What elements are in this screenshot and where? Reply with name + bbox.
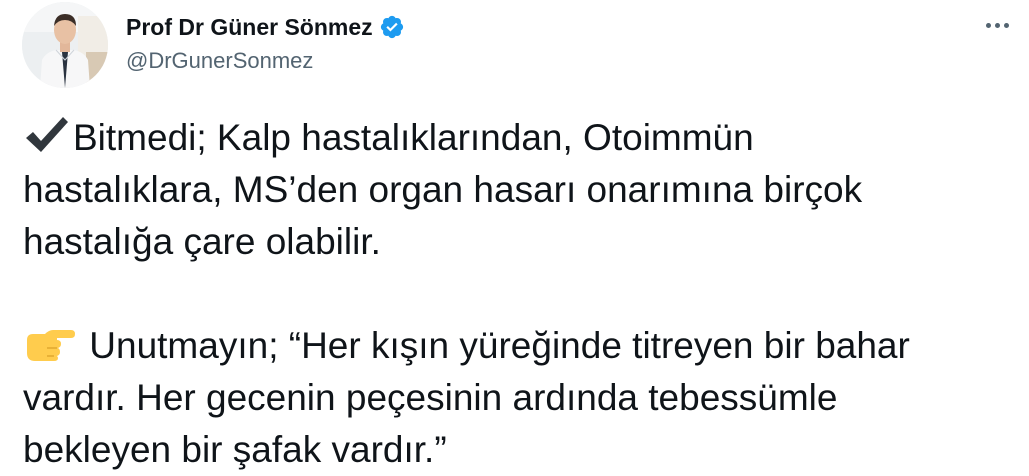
tweet-text-line: vardır. Her gecenin peçesinin ardında te…: [23, 377, 838, 418]
more-dot: [994, 22, 1000, 28]
tweet: Prof Dr Güner Sönmez @DrGunerSonmez Bitm…: [0, 0, 1029, 470]
display-name[interactable]: Prof Dr Güner Sönmez: [126, 14, 373, 41]
check-mark-icon: [26, 117, 68, 152]
tweet-text: Bitmedi; Kalp hastalıklarından, Otoimmün…: [23, 112, 1018, 476]
tweet-line: Unutmayın; “Her kışın yüreğinde titreyen…: [23, 320, 1018, 372]
tweet-text-line: bekleyen bir şafak vardır.”: [23, 429, 447, 470]
verified-badge-icon: [380, 15, 403, 39]
more-dot: [1003, 22, 1009, 28]
author-name-row: Prof Dr Güner Sönmez: [126, 12, 405, 42]
profile-photo-icon: [22, 2, 108, 88]
avatar[interactable]: [22, 2, 108, 88]
tweet-text-line: Bitmedi; Kalp hastalıklarından, Otoimmün: [73, 117, 754, 158]
pointing-right-hand-icon: [27, 330, 75, 361]
more-horizontal-icon: [985, 22, 991, 28]
more-options-button[interactable]: [979, 14, 1015, 36]
user-handle[interactable]: @DrGunerSonmez: [126, 48, 313, 74]
tweet-text-line: hastalıklara, MS’den organ hasarı onarım…: [23, 169, 863, 210]
tweet-text-line: Unutmayın; “Her kışın yüreğinde titreyen…: [79, 325, 910, 366]
tweet-text-line: hastalığa çare olabilir.: [23, 221, 381, 262]
tweet-line: Bitmedi; Kalp hastalıklarından, Otoimmün: [23, 112, 1018, 164]
